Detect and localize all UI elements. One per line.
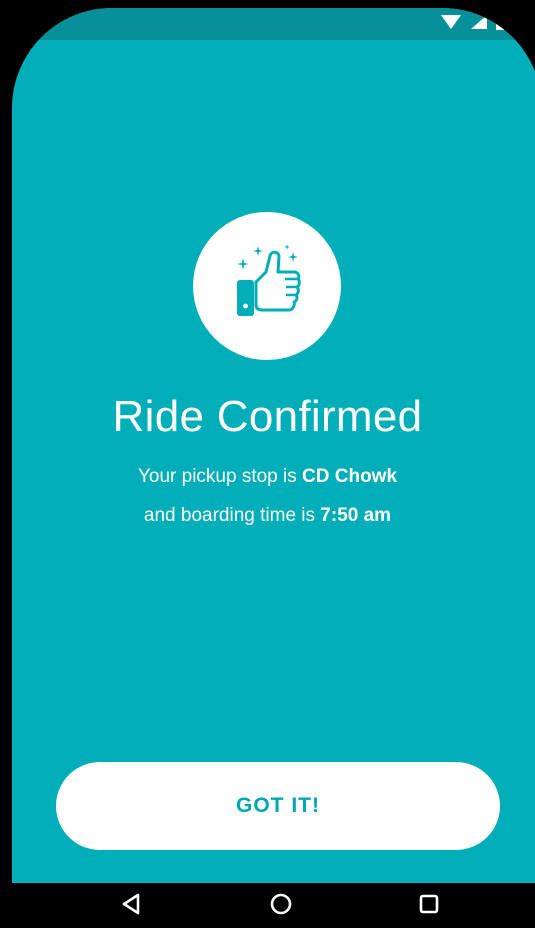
wifi-icon <box>440 14 462 35</box>
boarding-time-prefix: and boarding time is <box>143 505 321 526</box>
pickup-stop-prefix: Your pickup stop is <box>137 466 303 487</box>
app-screen: 12:3 <box>12 8 535 883</box>
back-triangle-icon[interactable] <box>116 889 146 919</box>
pickup-stop-message: Your pickup stop is CD Chowk <box>0 466 535 488</box>
confirmation-badge <box>193 212 341 360</box>
battery-icon <box>496 13 506 35</box>
status-bar: 12:3 <box>12 8 535 40</box>
recents-square-icon[interactable] <box>414 889 444 919</box>
pickup-stop-name: CD Chowk <box>302 466 398 487</box>
boarding-time-value: 7:50 am <box>320 505 392 526</box>
home-circle-icon[interactable] <box>266 889 296 919</box>
thumbs-up-sparkle-icon <box>225 242 309 331</box>
device-frame: 12:3 Ride Confirmed Your picku <box>0 0 535 928</box>
got-it-button[interactable]: GOT IT! <box>56 762 500 850</box>
system-nav-bar <box>0 883 535 928</box>
status-icons: 12:3 <box>440 13 535 35</box>
boarding-time-message: and boarding time is 7:50 am <box>0 505 535 527</box>
cellular-signal-icon <box>470 14 488 35</box>
status-time: 12:3 <box>514 14 535 33</box>
page-title: Ride Confirmed <box>112 392 423 441</box>
